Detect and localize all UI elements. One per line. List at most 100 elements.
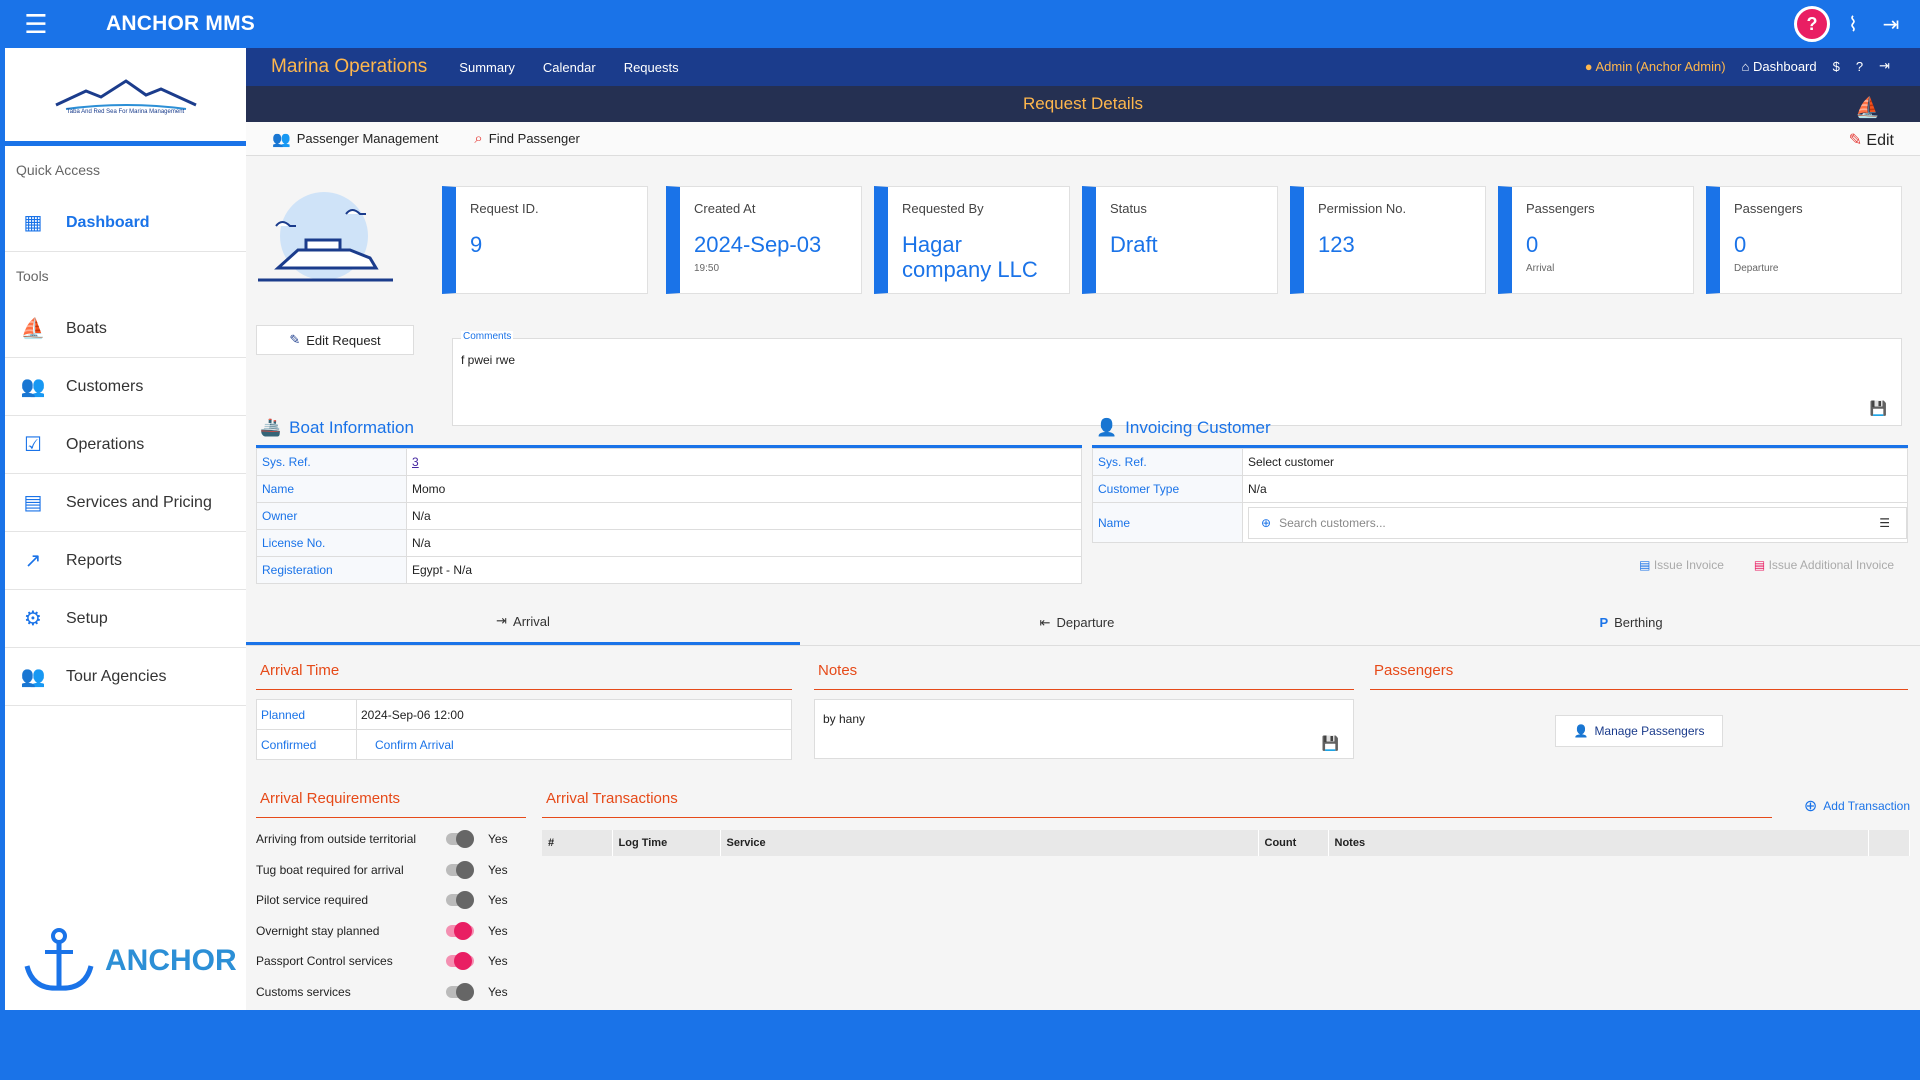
- tab-label: Arrival: [513, 613, 550, 629]
- logout-icon[interactable]: ⇥: [1876, 12, 1906, 37]
- nav-calendar[interactable]: Calendar: [543, 60, 596, 75]
- issue-additional-label: Issue Additional Invoice: [1768, 558, 1894, 572]
- issue-invoice-button[interactable]: ▤ Issue Invoice: [1639, 558, 1724, 572]
- card-value: 0: [1526, 232, 1539, 257]
- requirement-toggle[interactable]: [446, 952, 474, 971]
- parking-icon: P: [1599, 615, 1609, 630]
- search-placeholder: Search customers...: [1279, 515, 1386, 530]
- add-transaction-button[interactable]: ⊕ Add Transaction: [1804, 796, 1910, 816]
- tab-arrival[interactable]: ⇥ Arrival: [246, 600, 800, 645]
- manage-passengers-label: Manage Passengers: [1594, 724, 1705, 738]
- sidebar-item-setup[interactable]: ⚙ Setup: [5, 590, 246, 648]
- card-value: Hagar company LLC: [902, 232, 1038, 283]
- boat-info-title: 🚢 Boat Information: [256, 410, 1082, 448]
- row-key: License No.: [256, 529, 407, 557]
- manage-passengers-button[interactable]: 👤 Manage Passengers: [1555, 715, 1723, 747]
- person-icon: 👤: [1096, 417, 1118, 437]
- people-icon: 👥: [20, 666, 46, 688]
- row-key: Registeration: [256, 556, 407, 584]
- sidebar-item-reports[interactable]: ↗ Reports: [5, 532, 246, 590]
- exit-icon[interactable]: ⇥: [1879, 58, 1890, 74]
- help-icon[interactable]: ?: [1794, 6, 1830, 42]
- sidebar-item-label: Services and Pricing: [66, 493, 212, 511]
- passengers-section: Passengers 👤 Manage Passengers: [1370, 662, 1908, 747]
- confirm-arrival-link[interactable]: Confirm Arrival: [375, 738, 454, 752]
- nav-requests[interactable]: Requests: [624, 60, 679, 75]
- boat-info-title-text: Boat Information: [289, 417, 414, 437]
- card-passengers-departure: Passengers 0 Departure: [1706, 186, 1902, 294]
- save-icon[interactable]: 💾: [1322, 735, 1339, 752]
- help-icon[interactable]: ?: [1856, 59, 1863, 74]
- page-title-bar: Request Details ⛵: [246, 86, 1920, 122]
- edit-request-label: Edit Request: [306, 332, 381, 348]
- column-header: #: [542, 830, 613, 856]
- sidebar-item-operations[interactable]: ☑ Operations: [5, 416, 246, 474]
- sys-ref-link[interactable]: 3: [412, 455, 419, 469]
- notes-field[interactable]: by hany 💾: [814, 699, 1354, 759]
- passenger-management-button[interactable]: 👥 Passenger Management: [272, 130, 438, 148]
- top-app-bar: ☰ ANCHOR MMS ? ⌇ ⇥: [0, 0, 1920, 48]
- sidebar-item-customers[interactable]: 👥 Customers: [5, 358, 246, 416]
- tab-berthing[interactable]: P Berthing: [1354, 600, 1908, 645]
- invoice-icon: ▤: [1639, 558, 1651, 572]
- sidebar-item-label: Operations: [66, 435, 145, 453]
- edit-request-button[interactable]: ✎ Edit Request: [256, 325, 414, 355]
- card-label: Passengers: [1734, 201, 1803, 216]
- sidebar-item-boats[interactable]: ⛵ Boats: [5, 300, 246, 358]
- add-transaction-label: Add Transaction: [1823, 799, 1910, 813]
- find-passenger-button[interactable]: ⌕ Find Passenger: [474, 130, 579, 147]
- anchor-icon: [24, 928, 94, 991]
- row-value[interactable]: 3: [406, 448, 1082, 476]
- dollar-icon[interactable]: $: [1833, 59, 1840, 74]
- login-icon: ⇥: [496, 613, 508, 628]
- column-header: Count: [1258, 830, 1329, 856]
- requirement-toggle[interactable]: [446, 891, 474, 910]
- dashboard-icon: ▦: [23, 212, 43, 234]
- requirement-toggle[interactable]: [446, 830, 474, 849]
- activity-icon[interactable]: ⌇: [1838, 12, 1868, 37]
- sidebar-item-services-pricing[interactable]: ▤ Services and Pricing: [5, 474, 246, 532]
- customer-search-input[interactable]: ⊕ Search customers... ☰: [1248, 506, 1907, 539]
- requirement-toggle[interactable]: [446, 982, 474, 1001]
- edit-button[interactable]: ✎ Edit: [1849, 130, 1894, 150]
- section-title[interactable]: Marina Operations: [271, 56, 427, 78]
- table-row: Sys. Ref. Select customer: [1092, 448, 1908, 476]
- invoicing-title-text: Invoicing Customer: [1125, 417, 1271, 437]
- requirement-label: Pilot service required: [256, 893, 369, 908]
- nav-summary[interactable]: Summary: [459, 60, 515, 75]
- menu-icon[interactable]: ☰: [0, 0, 72, 48]
- card-label: Request ID.: [470, 201, 539, 216]
- card-label: Requested By: [902, 201, 984, 216]
- list-icon[interactable]: ☰: [1879, 516, 1890, 530]
- notes-section: Notes by hany 💾: [814, 662, 1354, 759]
- toolbar: 👥 Passenger Management ⌕ Find Passenger: [246, 122, 1920, 156]
- ship-icon: 🚢: [260, 417, 282, 437]
- sub-navbar: Marina Operations Summary Calendar Reque…: [246, 48, 1920, 86]
- row-key: Planned: [256, 699, 357, 730]
- requirement-toggle[interactable]: [446, 860, 474, 879]
- admin-user[interactable]: ● Admin (Anchor Admin): [1585, 59, 1726, 74]
- edit-label: Edit: [1866, 132, 1894, 149]
- nav-dashboard[interactable]: ⌂ Dashboard: [1742, 59, 1817, 74]
- notes-text: by hany: [823, 712, 866, 726]
- people-icon: 👥: [272, 130, 291, 148]
- store-icon: ▤: [23, 492, 43, 514]
- column-header: Log Time: [612, 830, 721, 856]
- sidebar-item-tour-agencies[interactable]: 👥 Tour Agencies: [5, 648, 246, 706]
- requirement-toggle[interactable]: [446, 921, 474, 940]
- table-header-row: # Log Time Service Count Notes: [542, 830, 1910, 856]
- sidebar-item-dashboard[interactable]: ▦ Dashboard: [5, 194, 246, 252]
- tab-departure[interactable]: ⇤ Departure: [800, 600, 1354, 645]
- dashboard-link-label: Dashboard: [1753, 58, 1817, 74]
- row-value: Egypt - N/a: [406, 556, 1082, 584]
- issue-additional-invoice-button[interactable]: ▤ Issue Additional Invoice: [1754, 558, 1894, 572]
- requirement-label: Customs services: [256, 984, 351, 999]
- table-row: Registeration Egypt - N/a: [256, 556, 1082, 584]
- sidebar-item-label: Customers: [66, 377, 144, 395]
- card-label: Status: [1110, 201, 1147, 216]
- row-value: N/a: [406, 502, 1082, 530]
- card-requested-by: Requested By Hagar company LLC: [874, 186, 1070, 294]
- invoicing-title: 👤 Invoicing Customer: [1092, 410, 1908, 448]
- table-row: Name ⊕ Search customers... ☰: [1092, 502, 1908, 543]
- logo-tagline: Taba And Red Sea For Marina Management: [66, 108, 185, 115]
